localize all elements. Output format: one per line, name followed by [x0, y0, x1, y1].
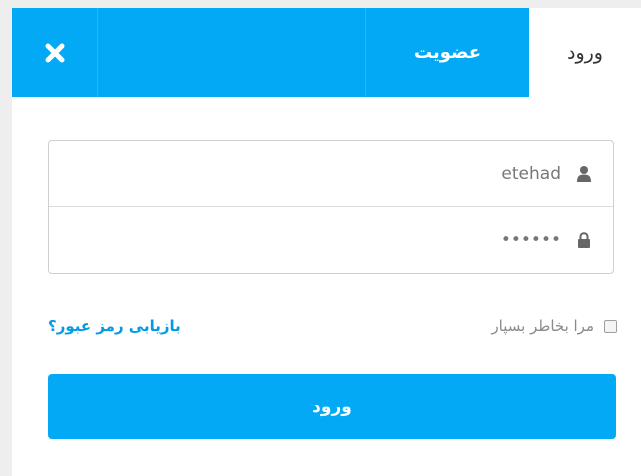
login-dialog: عضویت ورود مرا بخاطر بسپار	[12, 8, 641, 476]
tab-register[interactable]: عضویت	[366, 8, 529, 97]
login-button[interactable]: ورود	[48, 374, 616, 439]
credentials-group	[48, 140, 614, 274]
remember-me[interactable]: مرا بخاطر بسپار	[491, 314, 617, 338]
close-icon	[44, 42, 66, 64]
tab-bar: عضویت ورود	[12, 8, 641, 97]
remember-checkbox[interactable]	[604, 319, 617, 333]
forgot-password-link[interactable]: بازیابی رمز عبور؟	[48, 314, 181, 338]
user-icon	[575, 165, 593, 183]
close-button[interactable]	[12, 8, 98, 97]
username-row	[49, 141, 613, 207]
remember-label: مرا بخاطر بسپار	[491, 317, 594, 335]
username-input[interactable]	[121, 163, 561, 184]
lock-icon	[575, 231, 593, 249]
password-row	[49, 207, 613, 273]
tab-login[interactable]: ورود	[529, 8, 641, 97]
password-input[interactable]	[121, 230, 561, 250]
tab-bar-spacer	[98, 8, 366, 97]
